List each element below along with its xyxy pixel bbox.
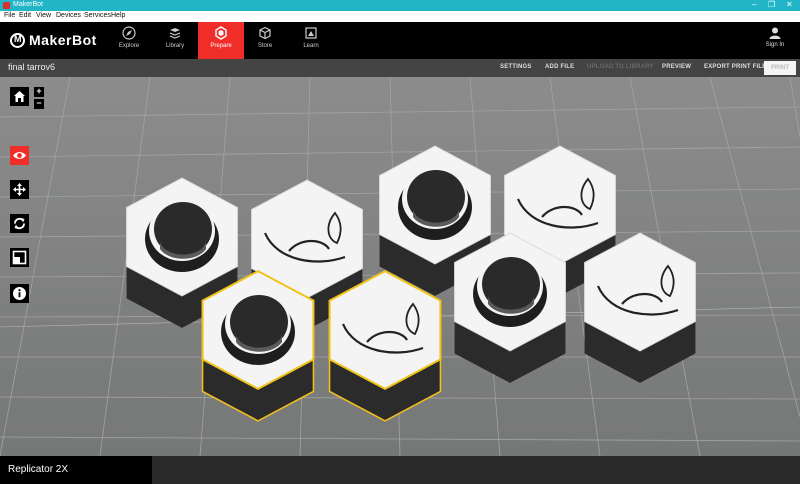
scale-icon <box>12 250 27 265</box>
zoom-in-button[interactable]: + <box>34 87 44 97</box>
sign-in-button[interactable]: Sign In <box>760 25 790 48</box>
user-icon <box>769 27 781 39</box>
brand-name: MakerBot <box>29 32 97 48</box>
printed-object-6[interactable] <box>584 232 696 383</box>
tab-store[interactable]: Store <box>242 22 288 59</box>
home-view-button[interactable] <box>10 87 29 106</box>
menu-view[interactable]: View <box>36 12 51 19</box>
menu-edit[interactable]: Edit <box>19 12 31 19</box>
home-icon <box>14 91 25 102</box>
tab-library[interactable]: Library <box>152 22 198 59</box>
printer-selector[interactable]: Replicator 2X <box>0 456 152 484</box>
prepare-icon <box>215 26 227 40</box>
settings-button[interactable]: SETTINGS <box>500 64 532 70</box>
rotate-icon <box>14 217 25 230</box>
tab-explore-label: Explore <box>118 43 140 49</box>
file-name: final tarrov6 <box>8 62 56 72</box>
menu-help[interactable]: Help <box>111 12 125 19</box>
build-plate-viewport[interactable]: + − <box>0 77 800 456</box>
tab-library-label: Library <box>165 43 185 49</box>
rotate-tool-button[interactable] <box>10 214 29 233</box>
move-arrows-icon <box>13 183 26 196</box>
menu-services[interactable]: Services <box>84 12 111 19</box>
tab-explore[interactable]: Explore <box>106 22 152 59</box>
menu-devices[interactable]: Devices <box>56 12 81 19</box>
library-icon <box>169 28 181 39</box>
print-button[interactable]: PRINT <box>764 61 796 75</box>
printed-object-5[interactable] <box>454 232 566 383</box>
scale-tool-button[interactable] <box>10 248 29 267</box>
menu-bar: File Edit View Devices Services Help <box>0 11 800 22</box>
close-icon[interactable]: ✕ <box>786 0 793 9</box>
compass-icon <box>122 26 136 40</box>
file-toolbar: final tarrov6 SETTINGS ADD FILE UPLOAD T… <box>0 59 800 77</box>
preview-button[interactable]: PREVIEW <box>662 64 691 70</box>
info-icon <box>13 287 26 300</box>
sign-in-label: Sign In <box>765 42 785 48</box>
upload-to-library-button[interactable]: UPLOAD TO LIBRARY <box>587 64 654 70</box>
status-bar: Replicator 2X <box>0 456 800 484</box>
tab-prepare[interactable]: Prepare <box>198 22 244 59</box>
makerbot-mark-icon <box>10 33 25 48</box>
object-info-button[interactable] <box>10 284 29 303</box>
eye-icon <box>13 152 26 159</box>
move-tool-button[interactable] <box>10 180 29 199</box>
printed-object-8[interactable] <box>328 269 442 422</box>
tab-learn-label: Learn <box>303 43 319 49</box>
printer-name: Replicator 2X <box>8 464 69 475</box>
tab-learn[interactable]: Learn <box>288 22 334 59</box>
build-plate-scene[interactable] <box>0 77 800 456</box>
menu-file[interactable]: File <box>4 12 15 19</box>
learn-icon <box>305 27 317 39</box>
store-box-icon <box>259 26 271 40</box>
app-logo-icon <box>3 2 10 9</box>
zoom-out-button[interactable]: − <box>34 99 44 109</box>
restore-icon[interactable]: ❐ <box>768 0 775 9</box>
tab-prepare-label: Prepare <box>210 43 232 49</box>
printed-object-7[interactable] <box>201 269 315 422</box>
title-bar: MakerBot – ❐ ✕ <box>0 0 800 11</box>
main-navbar: MakerBot Explore Library Prepare Store <box>0 22 800 59</box>
tab-store-label: Store <box>257 43 273 49</box>
window-title: MakerBot <box>13 1 43 8</box>
look-tool-button[interactable] <box>10 146 29 165</box>
minimize-icon[interactable]: – <box>752 0 756 9</box>
export-print-file-button[interactable]: EXPORT PRINT FILE <box>704 64 766 70</box>
add-file-button[interactable]: ADD FILE <box>545 64 574 70</box>
